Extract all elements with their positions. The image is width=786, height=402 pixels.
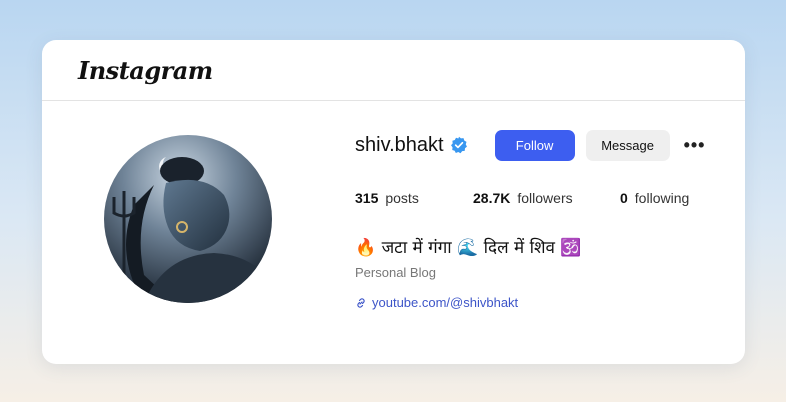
posts-count: 315 bbox=[355, 190, 379, 206]
profile-avatar[interactable] bbox=[104, 135, 272, 303]
profile-bio: 🔥 जटा में गंगा 🌊 दिल में शिव 🕉️ bbox=[355, 238, 582, 258]
stat-followers[interactable]: 28.7K followers bbox=[473, 190, 620, 206]
profile-category: Personal Blog bbox=[355, 265, 436, 280]
following-label: following bbox=[634, 190, 690, 206]
more-options-icon[interactable]: ••• bbox=[684, 136, 706, 154]
followers-count: 28.7K bbox=[473, 190, 511, 206]
profile-username: shiv.bhakt bbox=[355, 133, 444, 156]
following-count: 0 bbox=[620, 190, 628, 206]
profile-card: Instagram shiv.bhakt Follow Message ••• … bbox=[42, 40, 745, 364]
profile-link[interactable]: youtube.com/@shivbhakt bbox=[355, 295, 518, 310]
profile-header-row: shiv.bhakt Follow Message ••• bbox=[355, 129, 705, 161]
profile-stats: 315 posts 28.7K followers 0 following bbox=[355, 190, 689, 206]
stat-following[interactable]: 0 following bbox=[620, 190, 689, 206]
follow-button[interactable]: Follow bbox=[494, 129, 575, 161]
followers-label: followers bbox=[517, 190, 573, 206]
posts-label: posts bbox=[385, 190, 419, 206]
instagram-logo[interactable]: Instagram bbox=[78, 56, 213, 85]
profile-link-text[interactable]: youtube.com/@shivbhakt bbox=[372, 295, 518, 310]
link-icon bbox=[355, 297, 367, 309]
message-button[interactable]: Message bbox=[585, 129, 670, 161]
app-header: Instagram bbox=[42, 40, 745, 101]
stat-posts[interactable]: 315 posts bbox=[355, 190, 473, 206]
verified-badge-icon bbox=[450, 136, 468, 154]
